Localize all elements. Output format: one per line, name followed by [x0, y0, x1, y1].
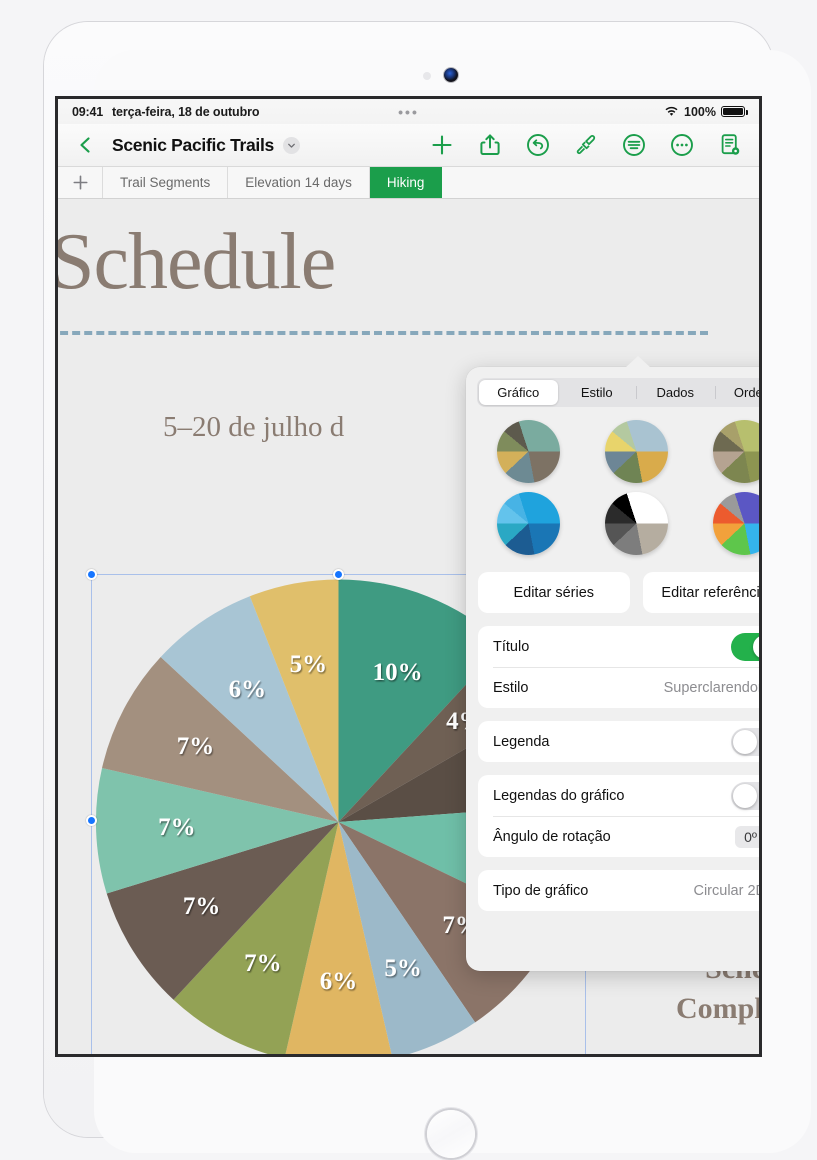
document-heading: Schedule: [58, 218, 336, 306]
status-bar: 09:41 terça-feira, 18 de outubro ••• 100…: [58, 99, 759, 124]
segment-ordem[interactable]: Ordem: [714, 380, 759, 405]
more-icon[interactable]: [669, 132, 695, 158]
chart-format-popover: Gráfico Estilo Dados Ordem Editar séries…: [466, 356, 759, 971]
edit-series-label: Editar séries: [513, 584, 595, 601]
row-label: Ângulo de rotação: [493, 828, 611, 845]
home-button[interactable]: [425, 1108, 477, 1160]
status-date: terça-feira, 18 de outubro: [111, 104, 260, 119]
segment-label: Dados: [656, 385, 695, 400]
segment-grafico[interactable]: Gráfico: [479, 380, 558, 405]
row-angulo-de-rotacao[interactable]: Ângulo de rotação 0º ›: [478, 816, 759, 857]
chart-type-group: Tipo de gráfico Circular 2D ›: [478, 870, 759, 911]
row-value: Superclarendon: [663, 679, 759, 696]
segment-estilo[interactable]: Estilo: [558, 380, 637, 405]
add-icon[interactable]: [429, 132, 455, 158]
tab-label: Elevation 14 days: [245, 175, 352, 190]
resize-handle-top-center[interactable]: [332, 569, 344, 580]
sheet-tab-elevation[interactable]: Elevation 14 days: [228, 167, 370, 198]
tab-label: Trail Segments: [120, 175, 211, 190]
document-subtitle: 5–20 de julho d: [163, 411, 345, 443]
row-value: Circular 2D: [693, 882, 759, 899]
row-label: Estilo: [493, 679, 529, 696]
row-legenda[interactable]: Legenda: [478, 721, 759, 762]
sheet-tab-hiking[interactable]: Hiking: [369, 167, 443, 198]
resize-handle-top-left[interactable]: [86, 569, 97, 580]
row-legendas-do-grafico[interactable]: Legendas do gráfico: [478, 775, 759, 816]
row-titulo[interactable]: Título: [478, 626, 759, 667]
front-camera: [444, 68, 458, 82]
document-canvas[interactable]: Schedule 5–20 de julho d Sched Completin…: [58, 199, 759, 1054]
battery-icon: [721, 106, 748, 117]
row-label: Título: [493, 638, 530, 655]
chart-style-6[interactable]: [712, 492, 759, 555]
chart-style-5[interactable]: [604, 492, 668, 555]
footer-line-2: Completin: [676, 991, 759, 1025]
popover-arrow: [625, 356, 651, 368]
row-tipo-de-grafico[interactable]: Tipo de gráfico Circular 2D ›: [478, 870, 759, 911]
wifi-icon: [664, 106, 679, 117]
rotation-angle-value[interactable]: 0º: [735, 825, 759, 848]
dashed-divider: [58, 331, 708, 335]
add-sheet-button[interactable]: [58, 167, 103, 198]
chart-style-3[interactable]: [712, 420, 759, 483]
sheet-tab-trail-segments[interactable]: Trail Segments: [103, 167, 229, 198]
row-label: Legendas do gráfico: [493, 787, 625, 804]
chevron-down-icon[interactable]: [283, 136, 300, 154]
row-label: Tipo de gráfico: [493, 882, 589, 899]
segment-label: Gráfico: [497, 385, 540, 400]
page-title[interactable]: Scenic Pacific Trails: [112, 135, 274, 156]
chart-style-4[interactable]: [496, 492, 560, 555]
share-icon[interactable]: [477, 132, 503, 158]
battery-percent: 100%: [684, 104, 716, 119]
edit-references-label: Editar referências: [661, 584, 759, 601]
app-toolbar: Scenic Pacific Trails: [58, 124, 759, 167]
chart-style-2[interactable]: [604, 420, 668, 483]
popover-segmented-control: Gráfico Estilo Dados Ordem: [477, 378, 759, 407]
edit-series-button[interactable]: Editar séries: [478, 572, 630, 613]
popover-button-row: Editar séries Editar referências: [478, 572, 759, 613]
resize-handle-middle-left[interactable]: [86, 814, 97, 826]
screen: 09:41 terça-feira, 18 de outubro ••• 100…: [58, 99, 759, 1054]
status-time: 09:41: [72, 104, 103, 119]
legenda-switch[interactable]: [731, 727, 759, 756]
segment-dados[interactable]: Dados: [636, 380, 715, 405]
titulo-switch[interactable]: [731, 632, 759, 661]
tab-label: Hiking: [386, 175, 425, 190]
format-brush-icon[interactable]: [573, 132, 599, 158]
sheet-tab-bar: Trail Segments Elevation 14 days Hiking: [58, 167, 759, 199]
chart-style-1[interactable]: [496, 420, 560, 483]
legendas-do-grafico-switch[interactable]: [731, 781, 759, 810]
chart-style-thumbnails: [474, 420, 759, 555]
back-chevron-icon[interactable]: [74, 134, 96, 156]
legend-group: Legenda: [478, 721, 759, 762]
row-estilo[interactable]: Estilo Superclarendon ›: [478, 667, 759, 708]
insert-icon[interactable]: [621, 132, 647, 158]
chart-legends-group: Legendas do gráfico Ângulo de rotação 0º…: [478, 775, 759, 857]
title-style-group: Título Estilo Superclarendon ›: [478, 626, 759, 708]
undo-icon[interactable]: [525, 132, 551, 158]
document-options-icon[interactable]: [717, 132, 743, 158]
segment-label: Ordem: [733, 385, 759, 400]
row-label: Legenda: [493, 733, 550, 750]
edit-references-button[interactable]: Editar referências: [642, 572, 759, 613]
ambient-sensor: [423, 72, 431, 80]
segment-label: Estilo: [580, 385, 613, 400]
